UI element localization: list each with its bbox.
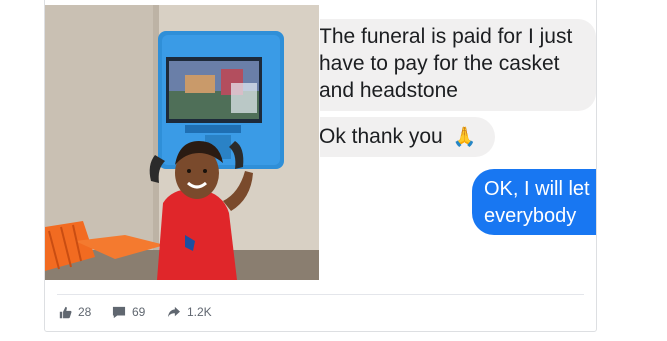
incoming-message-thank-you: Ok thank you 🙏 <box>320 117 495 157</box>
reactions-divider <box>57 294 584 295</box>
photo-illustration <box>45 5 319 280</box>
message-text: Ok thank you <box>320 125 443 148</box>
praying-hands-emoji: 🙏 <box>452 127 477 148</box>
chat-screenshot: The funeral is paid for I just have to p… <box>320 5 596 280</box>
outgoing-message: OK, I will let everybody <box>472 169 596 235</box>
likes-count[interactable]: 28 <box>59 305 91 319</box>
share-icon <box>167 306 181 318</box>
comments-count[interactable]: 69 <box>112 305 145 319</box>
post-photo[interactable] <box>45 5 319 280</box>
shares-count[interactable]: 1.2K <box>167 305 212 319</box>
like-icon <box>59 306 72 319</box>
incoming-message-funeral: The funeral is paid for I just have to p… <box>320 19 596 111</box>
comment-icon <box>112 306 126 319</box>
